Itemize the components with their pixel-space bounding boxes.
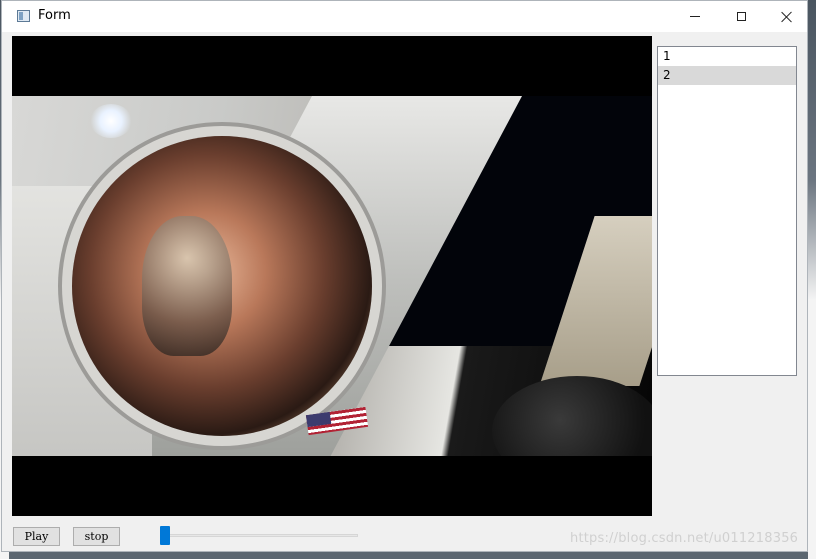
close-button[interactable] [764, 1, 810, 32]
maximize-button[interactable] [718, 1, 764, 32]
minimize-button[interactable] [672, 1, 718, 32]
list-item-selected[interactable]: 2 [658, 66, 796, 85]
astronaut-glove [492, 376, 652, 456]
video-player[interactable] [12, 36, 652, 516]
watermark-text: https://blog.csdn.net/u011218356 [570, 531, 799, 546]
minimize-icon [690, 16, 700, 17]
maximize-icon [736, 12, 746, 21]
video-frame [12, 96, 652, 456]
helmet-light [90, 104, 132, 138]
helmet-reflection [142, 216, 232, 356]
list-item[interactable]: 1 [658, 47, 796, 66]
item-list[interactable]: 1 2 [657, 46, 797, 376]
title-bar[interactable]: Form [2, 1, 807, 32]
window-title: Form [38, 8, 71, 23]
close-icon [781, 11, 793, 23]
position-slider[interactable] [160, 526, 358, 546]
play-button[interactable]: Play [13, 527, 60, 546]
stop-button[interactable]: stop [73, 527, 120, 546]
slider-groove [160, 534, 358, 537]
app-icon [17, 10, 30, 22]
slider-handle[interactable] [160, 526, 170, 545]
desktop-background-right [808, 0, 816, 559]
